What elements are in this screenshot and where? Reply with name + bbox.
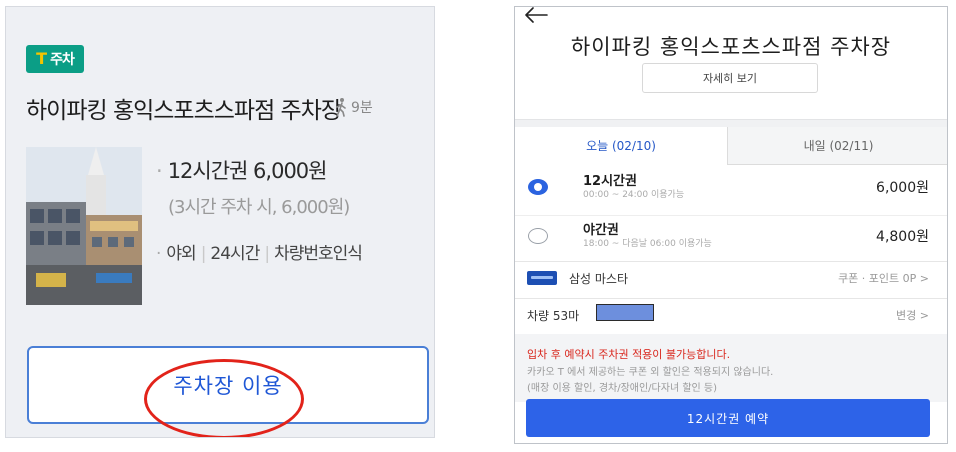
- use-parking-label: 주차장 이용: [173, 374, 283, 398]
- feature-line: · 야외 | 24시간 | 차량번호인식: [156, 239, 363, 264]
- tab-today[interactable]: 오늘 (02/10): [515, 127, 727, 165]
- parking-lot-name: 하이파킹 홍익스포츠스파점 주차장: [26, 98, 342, 124]
- notice-text: 카카오 T 에서 제공하는 쿠폰 외 할인은 적용되지 않습니다. (매장 이용…: [527, 365, 773, 397]
- use-parking-button[interactable]: 주차장 이용: [27, 346, 429, 424]
- ticket-option-night[interactable]: 야간권 18:00 ~ 다음날 06:00 이용가능 4,800원: [515, 215, 947, 261]
- bullet-dot: ·: [156, 244, 162, 264]
- view-details-button[interactable]: 자세히 보기: [642, 63, 818, 93]
- coupon-point-link[interactable]: 쿠폰 · 포인트 0P >: [838, 270, 929, 286]
- vehicle-label: 차량 53마: [527, 309, 580, 323]
- ticket-price: 4,800원: [876, 229, 929, 245]
- notice-line-1: 카카오 T 에서 제공하는 쿠폰 외 할인은 적용되지 않습니다.: [527, 367, 774, 378]
- ticket-time: 00:00 ~ 24:00 이용가능: [583, 190, 685, 200]
- parking-lot-photo: [26, 147, 142, 305]
- divider: [515, 298, 947, 299]
- feature-24h: 24시간: [210, 244, 260, 264]
- parking-lot-card: T 주차 하이파킹 홍익스포츠스파점 주차장 9분 · 12시간권 6,000원…: [5, 6, 435, 438]
- t-logo-mark: T: [36, 49, 48, 68]
- page-title: 하이파킹 홍익스포츠스파점 주차장: [570, 35, 892, 59]
- kakao-t-parking-logo: T 주차: [26, 45, 84, 73]
- tab-tomorrow[interactable]: 내일 (02/11): [727, 127, 947, 165]
- notice-line-2: (매장 이용 할인, 경차/장애인/다자녀 할인 등): [527, 383, 718, 394]
- change-vehicle-link[interactable]: 변경 >: [896, 307, 929, 323]
- price-text: 12시간권 6,000원: [167, 159, 328, 183]
- section-divider: [515, 119, 947, 127]
- payment-method-row[interactable]: 삼성 마스타 쿠폰 · 포인트 0P >: [515, 265, 947, 295]
- reserve-button[interactable]: 12시간권 예약: [526, 399, 930, 437]
- reservation-screen: 하이파킹 홍익스포츠스파점 주차장 자세히 보기 오늘 (02/10) 내일 (…: [514, 6, 948, 444]
- sub-price-text: (3시간 주차 시, 6,000원): [168, 197, 350, 218]
- walking-person-icon: [336, 98, 346, 117]
- radio-selected[interactable]: [528, 179, 548, 195]
- walk-time: 9분: [351, 100, 373, 116]
- feature-outdoor: 야외: [166, 244, 196, 264]
- card-name: 삼성 마스타: [569, 272, 629, 286]
- credit-card-icon: [527, 271, 557, 285]
- plate-number-mask: [596, 304, 654, 321]
- separator: |: [264, 244, 270, 264]
- ticket-price-line: · 12시간권 6,000원: [156, 155, 328, 185]
- warning-text: 입차 후 예약시 주차권 적용이 불가능합니다.: [527, 348, 731, 361]
- logo-text: 주차: [50, 52, 75, 68]
- separator: |: [200, 244, 207, 264]
- vehicle-row[interactable]: 차량 53마 변경 >: [515, 301, 947, 329]
- bullet-dot: ·: [156, 159, 163, 183]
- radio-unselected[interactable]: [528, 228, 548, 244]
- ticket-price: 6,000원: [876, 180, 929, 196]
- back-arrow-icon[interactable]: [523, 6, 549, 25]
- ticket-option-12h[interactable]: 12시간권 00:00 ~ 24:00 이용가능 6,000원: [515, 167, 947, 213]
- divider: [515, 261, 947, 262]
- walk-distance: 9분: [333, 97, 373, 117]
- feature-plate-recognition: 차량번호인식: [274, 244, 363, 264]
- ticket-time: 18:00 ~ 다음날 06:00 이용가능: [583, 239, 712, 249]
- notice-box: 입차 후 예약시 주차권 적용이 불가능합니다. 카카오 T 에서 제공하는 쿠…: [515, 334, 947, 402]
